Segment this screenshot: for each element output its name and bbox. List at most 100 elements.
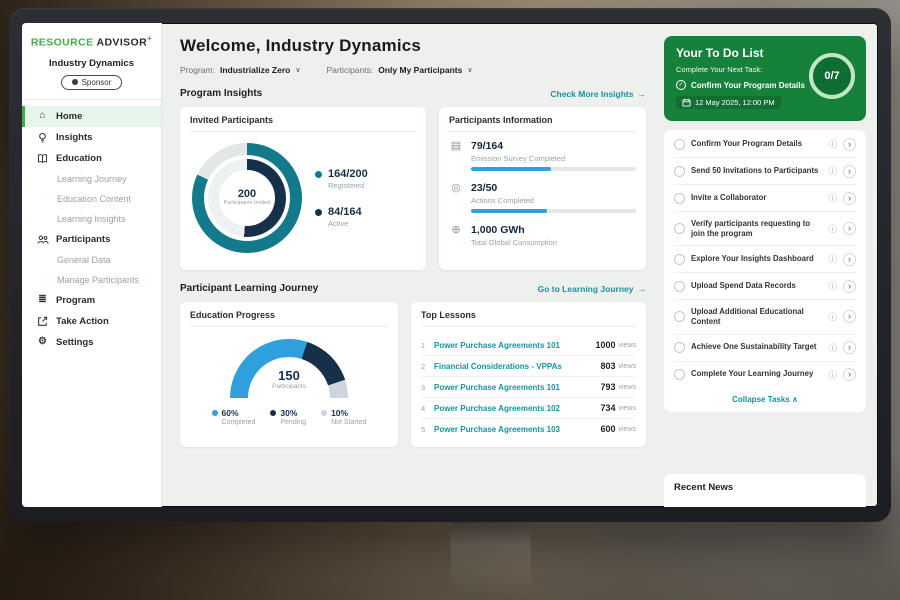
legend-not-started: 10% Not Started [321, 408, 366, 426]
task-row-send-invitations[interactable]: Send 50 Invitations to Participants ⓘ › [674, 158, 856, 185]
checkbox-icon[interactable] [674, 193, 685, 204]
task-row-invite-collaborator[interactable]: Invite a Collaborator ⓘ › [674, 185, 856, 212]
sidebar-item-learning-insights[interactable]: Learning Insights [22, 209, 161, 229]
chevron-right-icon[interactable]: › [843, 165, 856, 178]
education-progress-card: Education Progress 150 Participants [180, 302, 398, 447]
checkbox-icon[interactable] [674, 342, 685, 353]
info-icon[interactable]: ⓘ [828, 369, 837, 381]
sidebar-item-education[interactable]: Education [22, 148, 161, 169]
task-row-explore-insights[interactable]: Explore Your Insights Dashboard ⓘ › [674, 246, 856, 273]
lesson-link[interactable]: Financial Considerations - VPPAs [434, 362, 600, 371]
task-row-upload-educational-content[interactable]: Upload Additional Educational Content ⓘ … [674, 300, 856, 334]
info-icon[interactable]: ⓘ [828, 165, 837, 177]
participants-icon [36, 234, 49, 245]
info-icon[interactable]: ⓘ [828, 342, 837, 354]
sidebar-item-label: General Data [57, 255, 111, 265]
task-row-achieve-sustainability-target[interactable]: Achieve One Sustainability Target ⓘ › [674, 335, 856, 362]
lesson-rank: 3 [421, 383, 434, 392]
legend-completed: 60% Completed [212, 408, 256, 426]
chevron-right-icon[interactable]: › [843, 310, 856, 323]
monitor-stand [451, 516, 531, 600]
chevron-down-icon: ∨ [295, 66, 300, 74]
donut-center-label: Participants Invited [224, 200, 270, 207]
stat-value: 79/164 [471, 140, 636, 152]
sidebar-item-take-action[interactable]: Take Action [22, 311, 161, 332]
lesson-link[interactable]: Power Purchase Agreements 103 [434, 425, 600, 434]
todo-next-task: ✓ Confirm Your Program Details [676, 80, 806, 90]
recent-news-card: Recent News [664, 474, 866, 507]
program-filter-dropdown[interactable]: Program: Industrialize Zero ∨ [180, 65, 300, 75]
stat-global-consumption: ⊕ 1,000 GWh Total Global Consumption [449, 224, 636, 251]
collapse-tasks-button[interactable]: Collapse Tasks ∧ [674, 388, 856, 411]
participants-filter-dropdown[interactable]: Participants: Only My Participants ∨ [326, 65, 472, 75]
checkbox-icon[interactable] [674, 369, 685, 380]
sidebar-item-insights[interactable]: Insights [22, 127, 161, 148]
stat-value: 23/50 [471, 182, 636, 194]
sidebar-item-manage-participants[interactable]: Manage Participants [22, 270, 161, 290]
sidebar-item-label: Program [56, 295, 95, 306]
task-row-complete-learning-journey[interactable]: Complete Your Learning Journey ⓘ › [674, 362, 856, 388]
sidebar-item-label: Settings [56, 337, 93, 348]
info-icon[interactable]: ⓘ [828, 138, 837, 150]
todo-summary-card: Your To Do List Complete Your Next Task:… [664, 36, 866, 121]
check-more-insights-link[interactable]: Check More Insights → [550, 89, 646, 99]
checkbox-icon[interactable] [674, 254, 685, 265]
section-title: Participant Learning Journey [180, 283, 318, 294]
logo-resource: RESOURCE [31, 37, 94, 49]
chevron-right-icon[interactable]: › [843, 368, 856, 381]
go-to-learning-journey-link[interactable]: Go to Learning Journey → [538, 284, 646, 294]
checkbox-icon[interactable] [674, 281, 685, 292]
invited-legend: 164/200 Registered 84/164 Active [315, 168, 368, 228]
checkbox-icon[interactable] [674, 166, 685, 177]
checkbox-icon[interactable] [674, 311, 685, 322]
checkbox-icon[interactable] [674, 223, 685, 234]
chevron-right-icon[interactable]: › [843, 280, 856, 293]
sidebar-item-settings[interactable]: ⚙ Settings [22, 332, 161, 353]
sidebar-item-education-content[interactable]: Education Content [22, 189, 161, 209]
todo-panel: Your To Do List Complete Your Next Task:… [660, 23, 878, 507]
info-icon[interactable]: ⓘ [828, 280, 837, 292]
lesson-views-suffix: views [618, 426, 636, 433]
legend-dot-registered [315, 171, 322, 178]
chevron-right-icon[interactable]: › [843, 253, 856, 266]
task-row-upload-spend-data[interactable]: Upload Spend Data Records ⓘ › [674, 273, 856, 300]
task-row-confirm-program[interactable]: Confirm Your Program Details ⓘ › [674, 131, 856, 158]
lesson-rank: 4 [421, 404, 434, 413]
info-icon[interactable]: ⓘ [828, 223, 837, 235]
role-badge-wrap: Sponsor [22, 75, 161, 100]
registered-label: Registered [328, 181, 368, 190]
legend-dot-active [315, 209, 322, 216]
stat-actions-completed: ◎ 23/50 Actions Completed [449, 182, 636, 213]
sidebar: RESOURCE ADVISOR+ Industry Dynamics Spon… [22, 23, 162, 507]
dashboard-screen: RESOURCE ADVISOR+ Industry Dynamics Spon… [22, 23, 878, 507]
sidebar-item-participants[interactable]: Participants [22, 229, 161, 250]
lesson-link[interactable]: Power Purchase Agreements 102 [434, 404, 600, 413]
checkbox-icon[interactable] [674, 139, 685, 150]
lesson-link[interactable]: Power Purchase Agreements 101 [434, 383, 600, 392]
participants-information-card: Participants Information ▤ 79/164 Emissi… [439, 107, 646, 270]
chevron-right-icon[interactable]: › [843, 341, 856, 354]
sidebar-item-label: Learning Insights [57, 214, 126, 224]
sidebar-item-home[interactable]: ⌂ Home [22, 106, 161, 127]
lesson-row: 2 Financial Considerations - VPPAs 803 v… [421, 356, 636, 377]
invited-donut-ring-outer: 200 Participants Invited [192, 143, 302, 253]
info-icon[interactable]: ⓘ [828, 311, 837, 323]
sidebar-item-learning-journey[interactable]: Learning Journey [22, 169, 161, 189]
chevron-right-icon[interactable]: › [843, 192, 856, 205]
program-filter-label: Program: [180, 65, 215, 75]
sidebar-item-program[interactable]: ≣ Program [22, 290, 161, 311]
todo-next-task-label: Confirm Your Program Details [691, 81, 805, 90]
task-row-verify-participants[interactable]: Verify participants requesting to join t… [674, 212, 856, 246]
lesson-link[interactable]: Power Purchase Agreements 101 [434, 341, 595, 350]
chevron-right-icon[interactable]: › [843, 222, 856, 235]
arrow-right-icon: → [638, 89, 647, 99]
sponsor-badge[interactable]: Sponsor [61, 75, 123, 90]
info-icon[interactable]: ⓘ [828, 253, 837, 265]
sidebar-item-general-data[interactable]: General Data [22, 250, 161, 270]
sidebar-nav: ⌂ Home Insights Education [22, 106, 161, 353]
chevron-right-icon[interactable]: › [843, 138, 856, 151]
logo-plus: + [147, 34, 152, 43]
info-icon[interactable]: ⓘ [828, 192, 837, 204]
check-circle-icon: ✓ [676, 80, 686, 90]
card-title: Education Progress [190, 310, 388, 327]
